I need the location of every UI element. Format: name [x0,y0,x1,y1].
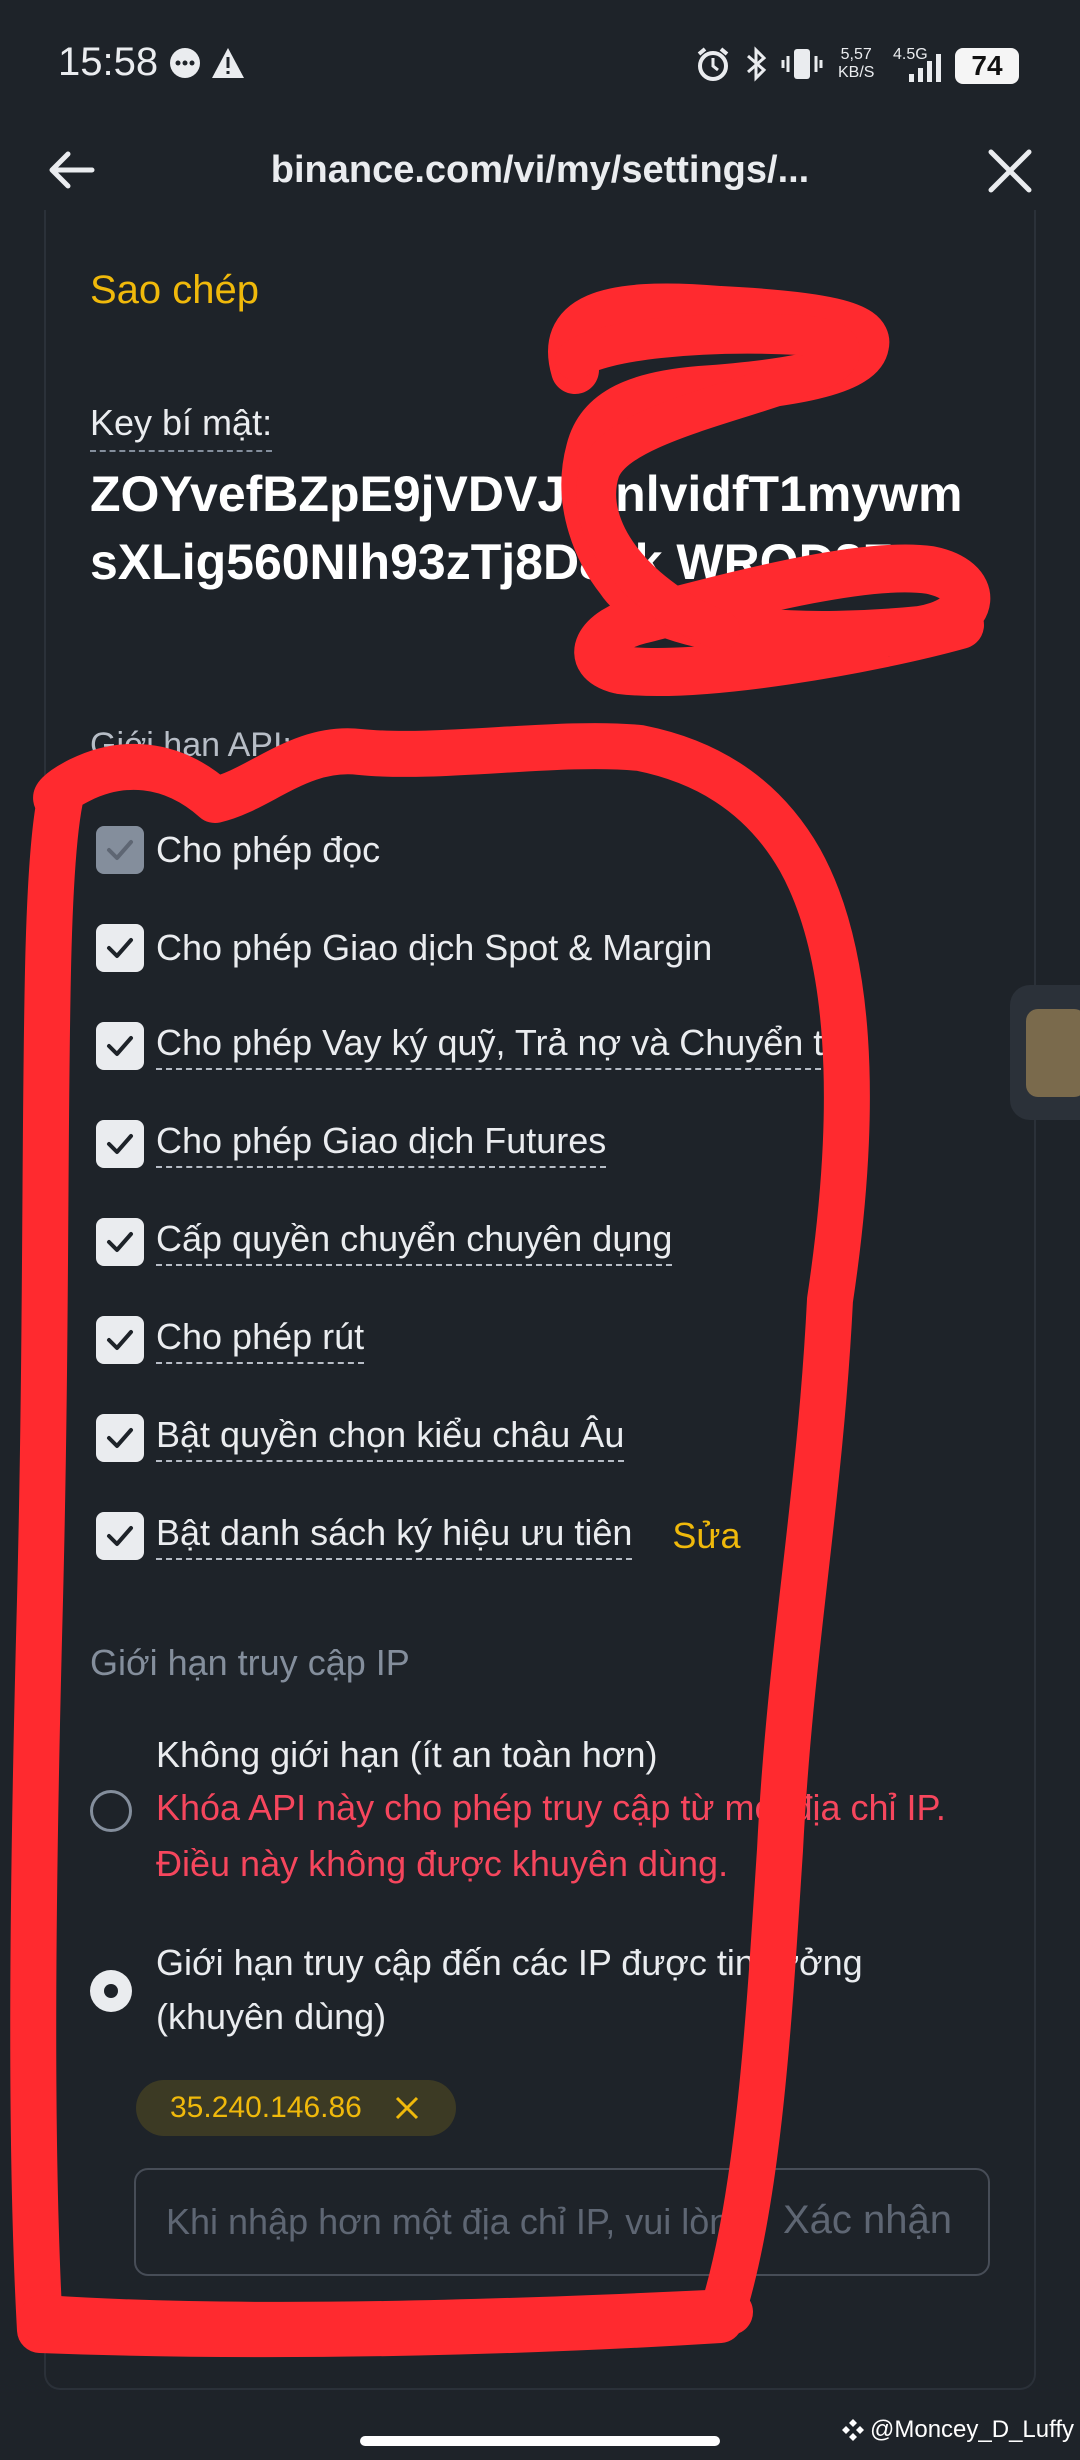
unrestricted-warning: Khóa API này cho phép truy cập từ mọi đị… [156,1787,946,1884]
page-url: binance.com/vi/my/settings/... [270,149,810,191]
checkmark-icon [107,1330,133,1350]
copy-button[interactable]: Sao chép [90,268,259,313]
watermark-text: @Moncey_D_Luffy [870,2416,1075,2443]
checkmark-icon [107,938,133,958]
permission-checkbox[interactable] [96,1316,144,1364]
permission-label: Cho phép đọc [156,829,381,870]
ip-chip-value: 35.240.146.86 [170,2091,362,2124]
permission-checkbox[interactable] [96,1414,144,1462]
floating-bubble[interactable] [1010,985,1080,1120]
restricted-label: Giới hạn truy cập đến các IP được tin tư… [156,1942,863,2037]
permission-label: Cho phép rút [156,1316,365,1364]
permission-label: Cấp quyền chuyển chuyên dụng [156,1218,673,1266]
ip-access-title: Giới hạn truy cập IP [90,1642,410,1683]
permission-row: Cho phép Vay ký quỹ, Trả nợ và Chuyển ti… [96,1018,852,1074]
confirm-button[interactable]: Xác nhận [783,2198,952,2243]
secret-key-label: Key bí mật: [90,402,273,452]
checkmark-icon [107,1428,133,1448]
permission-checkbox[interactable] [96,1218,144,1266]
bluetooth-icon [742,46,770,90]
close-icon[interactable] [985,140,1035,200]
permission-label: Cho phép Giao dịch Futures [156,1120,607,1168]
permission-row: Cấp quyền chuyển chuyên dụng [96,1214,673,1270]
status-time: 15:58 [58,40,159,84]
permission-label: Bật quyền chọn kiểu châu Âu [156,1414,625,1462]
permission-checkbox[interactable] [96,1512,144,1560]
checkmark-icon [107,1134,133,1154]
api-restrictions-label: Giới hạn API: [90,726,292,764]
ip-chip: 35.240.146.86 [136,2080,456,2136]
bubble-thumbnail [1026,1009,1080,1097]
home-indicator[interactable] [360,2436,720,2446]
signal-icon [905,52,945,92]
permission-row: Bật quyền chọn kiểu châu Âu [96,1410,625,1466]
ip-input[interactable] [166,2170,746,2274]
permission-row: Cho phép rút [96,1312,365,1368]
remove-ip-icon[interactable] [392,2093,422,2123]
restricted-radio[interactable] [90,1970,132,2012]
checkmark-icon [107,1232,133,1252]
checkmark-icon [107,840,133,860]
back-arrow-icon[interactable] [46,140,96,200]
permission-row: Cho phép Giao dịch Futures [96,1116,607,1172]
permission-label: Cho phép Vay ký quỹ, Trả nợ và Chuyển ti… [156,1022,852,1070]
secret-key-value: ZOYvefBZpE9jVDVJtYnlvidfT1mywmsXLig560NI… [90,466,963,590]
unrestricted-label: Không giới hạn (ít an toàn hơn) [156,1734,658,1775]
chat-icon [168,46,202,88]
warning-icon [210,46,246,88]
permission-label: Cho phép Giao dịch Spot & Margin [156,927,713,968]
permission-row: Bật danh sách ký hiệu ưu tiên Sửa [96,1508,741,1564]
battery-indicator: 74 [955,48,1019,84]
permission-row: Cho phép Giao dịch Spot & Margin [96,920,712,976]
vibrate-icon [780,46,824,90]
alarm-icon [695,46,731,90]
watermark: @Moncey_D_Luffy [840,2416,1074,2444]
permission-checkbox[interactable] [96,1022,144,1070]
permission-checkbox[interactable] [96,924,144,972]
edit-button[interactable]: Sửa [672,1515,740,1557]
permission-checkbox [96,826,144,874]
permission-checkbox[interactable] [96,1120,144,1168]
permission-label: Bật danh sách ký hiệu ưu tiên [156,1512,633,1560]
checkmark-icon [107,1526,133,1546]
unrestricted-radio[interactable] [90,1790,132,1832]
permission-row: Cho phép đọc [96,822,380,878]
checkmark-icon [107,1036,133,1056]
ip-input-box: Xác nhận [134,2168,990,2276]
net-speed: 5,57 KB/S [838,46,875,81]
binance-logo-icon [842,2419,864,2441]
status-bar: 15:58 5,57 KB/S 4.5G 74 [0,0,1080,130]
